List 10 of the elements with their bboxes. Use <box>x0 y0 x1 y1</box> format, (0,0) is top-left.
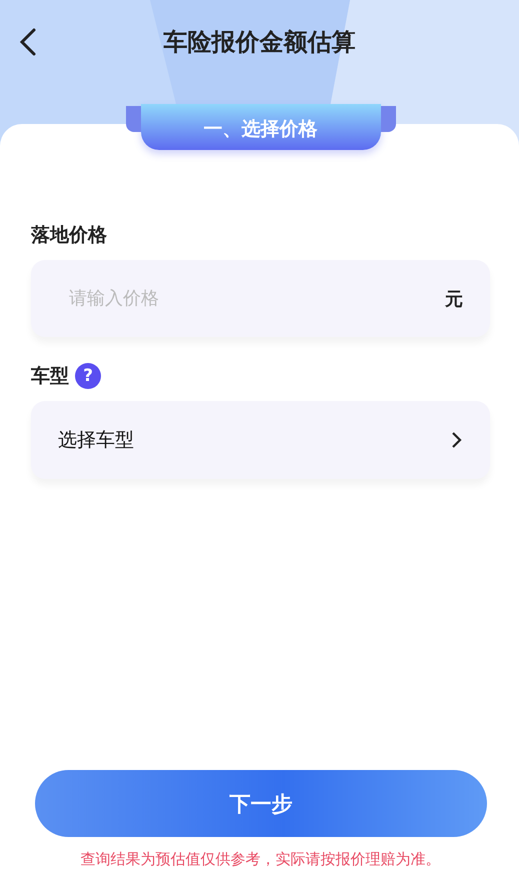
next-button[interactable]: 下一步 <box>35 770 487 837</box>
chevron-right-icon <box>451 431 463 449</box>
model-select[interactable]: 选择车型 <box>31 401 490 479</box>
help-button[interactable]: ? <box>75 363 101 389</box>
section-ribbon: 一、选择价格 <box>140 104 380 150</box>
disclaimer-text: 查询结果为预估值仅供参考，实际请按报价理赔为准。 <box>80 850 442 869</box>
page-title: 车险报价金额估算 <box>162 27 356 58</box>
field-label: 落地价格 <box>31 223 108 248</box>
unit-label: 元 <box>445 288 463 311</box>
field-label: 车型 <box>31 364 69 389</box>
